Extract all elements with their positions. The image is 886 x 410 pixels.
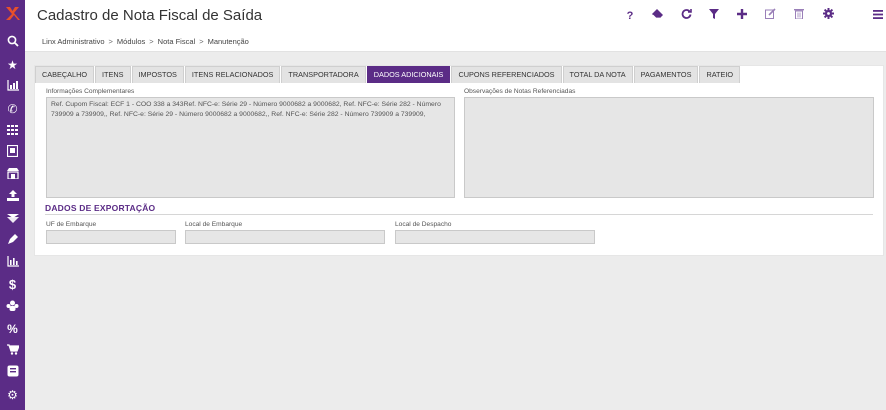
breadcrumb-item[interactable]: Linx Administrativo xyxy=(42,37,105,46)
phone-icon[interactable]: ✆ xyxy=(4,101,21,117)
transfer-icon[interactable] xyxy=(4,211,21,227)
add-button[interactable] xyxy=(734,8,750,24)
tab-cabecalho[interactable]: CABEÇALHO xyxy=(35,66,95,83)
filter-icon xyxy=(709,9,719,19)
menu-button[interactable] xyxy=(870,8,886,24)
tab-itens[interactable]: ITENS xyxy=(95,66,131,83)
upload-icon[interactable] xyxy=(4,189,21,205)
eraser-icon xyxy=(652,9,663,19)
store-icon[interactable] xyxy=(4,167,21,183)
group-icon[interactable] xyxy=(4,299,21,315)
chart-icon[interactable] xyxy=(4,79,21,95)
help-button[interactable]: ? xyxy=(622,8,638,24)
local-embarque-label: Local de Embarque xyxy=(185,221,243,228)
linx-logo-icon[interactable] xyxy=(4,5,21,22)
dollar-icon[interactable]: $ xyxy=(4,277,21,293)
tab-itens-relacionados[interactable]: ITENS RELACIONADOS xyxy=(184,66,281,83)
tab-bar: CABEÇALHO ITENS IMPOSTOS ITENS RELACIONA… xyxy=(35,66,741,83)
local-despacho-input[interactable] xyxy=(395,230,595,244)
breadcrumb: Linx Administrativo > Módulos > Nota Fiscal >… xyxy=(42,37,249,46)
search-icon[interactable] xyxy=(4,35,21,51)
gear-icon xyxy=(822,8,834,19)
pen-icon[interactable] xyxy=(4,233,21,249)
filter-button[interactable] xyxy=(706,8,722,24)
breadcrumb-item: Manutenção xyxy=(207,37,249,46)
breadcrumb-separator: > xyxy=(108,37,113,46)
gear-button[interactable] xyxy=(820,8,836,24)
tab-impostos[interactable]: IMPOSTOS xyxy=(131,66,184,83)
local-embarque-input[interactable] xyxy=(185,230,385,244)
breadcrumb-separator: > xyxy=(149,37,154,46)
breadcrumb-item[interactable]: Módulos xyxy=(117,37,145,46)
tab-dados-adicionais[interactable]: DADOS ADICIONAIS xyxy=(366,66,451,83)
hamburger-icon xyxy=(873,10,883,19)
breadcrumb-separator: > xyxy=(199,37,204,46)
settings-icon[interactable]: ⚙ xyxy=(4,387,21,403)
bar-chart-icon[interactable] xyxy=(4,255,21,271)
breadcrumb-item[interactable]: Nota Fiscal xyxy=(158,37,196,46)
delete-button[interactable] xyxy=(791,8,807,24)
uf-embarque-label: UF de Embarque xyxy=(46,221,97,228)
header: Cadastro de Nota Fiscal de Saída Linx Ad… xyxy=(25,0,886,52)
export-section-title: DADOS DE EXPORTAÇÃO xyxy=(45,203,156,213)
sidebar: ★ ✆ $ % ⚙ xyxy=(0,0,25,410)
tab-cupons-referenciados[interactable]: CUPONS REFERENCIADOS xyxy=(451,66,562,83)
tab-transportadora[interactable]: TRANSPORTADORA xyxy=(281,66,366,83)
tab-total-da-nota[interactable]: TOTAL DA NOTA xyxy=(562,66,633,83)
tab-rateio[interactable]: RATEIO xyxy=(699,66,741,83)
eraser-button[interactable] xyxy=(650,8,666,24)
plus-icon xyxy=(737,9,747,19)
refresh-button[interactable] xyxy=(678,8,694,24)
info-complementares-label: Informações Complementares xyxy=(46,88,135,95)
observacoes-label: Observações de Notas Referenciadas xyxy=(464,88,576,95)
section-divider xyxy=(45,214,873,215)
document-icon[interactable] xyxy=(4,144,21,161)
edit-button[interactable] xyxy=(762,8,778,24)
uf-embarque-input[interactable] xyxy=(46,230,176,244)
page-title: Cadastro de Nota Fiscal de Saída xyxy=(37,7,263,24)
receipt-icon[interactable] xyxy=(4,365,21,381)
trash-icon xyxy=(794,9,804,20)
percent-icon[interactable]: % xyxy=(4,321,21,337)
refresh-icon xyxy=(681,9,692,19)
info-complementares-textarea[interactable]: Ref. Cupom Fiscal: ECF 1 - COO 338 a 343… xyxy=(46,97,455,198)
grid-icon[interactable] xyxy=(4,123,21,139)
cart-icon[interactable] xyxy=(4,343,21,359)
star-icon[interactable]: ★ xyxy=(4,57,21,73)
tab-pagamentos[interactable]: PAGAMENTOS xyxy=(633,66,699,83)
edit-icon xyxy=(764,8,776,19)
form-panel: CABEÇALHO ITENS IMPOSTOS ITENS RELACIONA… xyxy=(34,65,884,256)
local-despacho-label: Local de Despacho xyxy=(395,221,452,228)
observacoes-textarea[interactable] xyxy=(464,97,874,198)
